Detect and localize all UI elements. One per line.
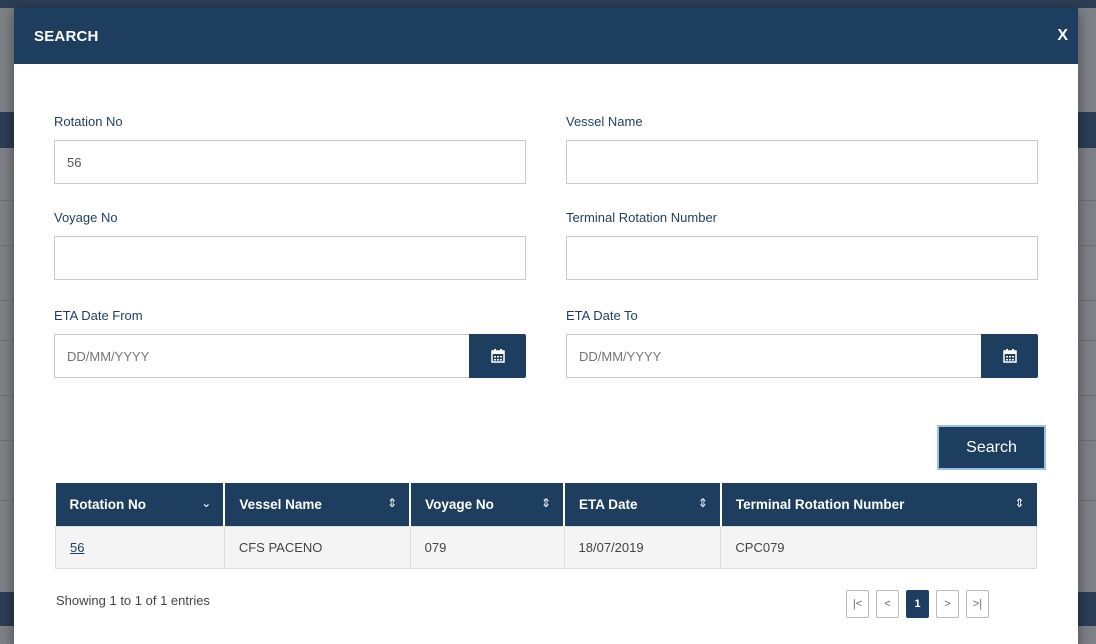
column-header-rotation-no[interactable]: Rotation No ⌄	[55, 483, 226, 526]
terminal-rotation-input[interactable]	[566, 236, 1038, 280]
eta-from-field: ETA Date From	[54, 308, 526, 378]
calendar-icon	[981, 349, 1038, 363]
close-button[interactable]: X	[1057, 27, 1068, 45]
cell-rotation-no: 56	[55, 525, 225, 569]
terminal-rotation-label: Terminal Rotation Number	[566, 210, 718, 225]
column-header-label: Voyage No	[425, 496, 494, 512]
eta-from-label: ETA Date From	[54, 308, 143, 323]
eta-from-input[interactable]	[54, 334, 469, 378]
rotation-no-field: Rotation No	[54, 114, 526, 184]
background-header	[0, 0, 1096, 8]
eta-from-calendar-button[interactable]	[469, 334, 526, 378]
rotation-no-link[interactable]: 56	[70, 540, 84, 555]
next-page-button[interactable]: >	[936, 590, 959, 618]
cell-terminal-rotation-number: CPC079	[720, 525, 1037, 569]
eta-from-date-picker	[54, 334, 526, 378]
vessel-name-input[interactable]	[566, 140, 1038, 184]
first-page-button[interactable]: |<	[846, 590, 869, 618]
entries-info: Showing 1 to 1 of 1 entries	[56, 593, 210, 608]
column-header-terminal-rotation-number[interactable]: Terminal Rotation Number ⇕	[720, 483, 1037, 526]
column-header-label: Terminal Rotation Number	[735, 496, 905, 512]
modal-title: SEARCH	[34, 27, 99, 45]
column-header-label: Rotation No	[69, 496, 147, 512]
rotation-no-input[interactable]	[54, 140, 526, 184]
page-1-button[interactable]: 1	[906, 590, 929, 618]
rotation-no-label: Rotation No	[54, 114, 123, 129]
vessel-name-field: Vessel Name	[566, 114, 1038, 184]
sort-icon: ⇕	[387, 496, 398, 510]
column-header-label: ETA Date	[579, 496, 638, 512]
pagination: |< < 1 > >|	[846, 590, 989, 618]
sort-icon: ⇕	[540, 496, 552, 510]
search-modal: SEARCH X Rotation No Vessel Name Voyage …	[14, 8, 1078, 644]
results-table: Rotation No ⌄ Vessel Name ⇕ Voyage No ⇕ …	[55, 483, 1037, 569]
search-button[interactable]: Search	[937, 425, 1046, 470]
table-row[interactable]: 56 CFS PACENO 079 18/07/2019 CPC079	[55, 525, 1037, 569]
eta-to-input[interactable]	[566, 334, 981, 378]
column-header-label: Vessel Name	[239, 496, 322, 512]
eta-to-label: ETA Date To	[566, 308, 638, 323]
eta-to-calendar-button[interactable]	[981, 334, 1038, 378]
voyage-no-label: Voyage No	[54, 210, 118, 225]
terminal-rotation-field: Terminal Rotation Number	[566, 210, 1038, 280]
vessel-name-label: Vessel Name	[566, 114, 643, 129]
calendar-icon	[469, 349, 526, 363]
table-header-row: Rotation No ⌄ Vessel Name ⇕ Voyage No ⇕ …	[55, 483, 1037, 526]
eta-to-field: ETA Date To	[566, 308, 1038, 378]
cell-voyage-no: 079	[409, 525, 565, 569]
cell-eta-date: 18/07/2019	[563, 525, 722, 569]
cell-vessel-name: CFS PACENO	[223, 525, 411, 569]
column-header-eta-date[interactable]: ETA Date ⇕	[564, 483, 722, 526]
sort-icon: ⇕	[697, 496, 708, 510]
sort-icon: ⇕	[1014, 496, 1025, 510]
eta-to-date-picker	[566, 334, 1038, 378]
previous-page-button[interactable]: <	[876, 590, 899, 618]
voyage-no-field: Voyage No	[54, 210, 526, 280]
sort-desc-icon: ⌄	[201, 496, 212, 510]
voyage-no-input[interactable]	[54, 236, 526, 280]
column-header-voyage-no[interactable]: Voyage No ⇕	[410, 483, 566, 526]
last-page-button[interactable]: >|	[966, 590, 989, 618]
modal-header: SEARCH X	[14, 8, 1078, 64]
column-header-vessel-name[interactable]: Vessel Name ⇕	[224, 483, 412, 526]
